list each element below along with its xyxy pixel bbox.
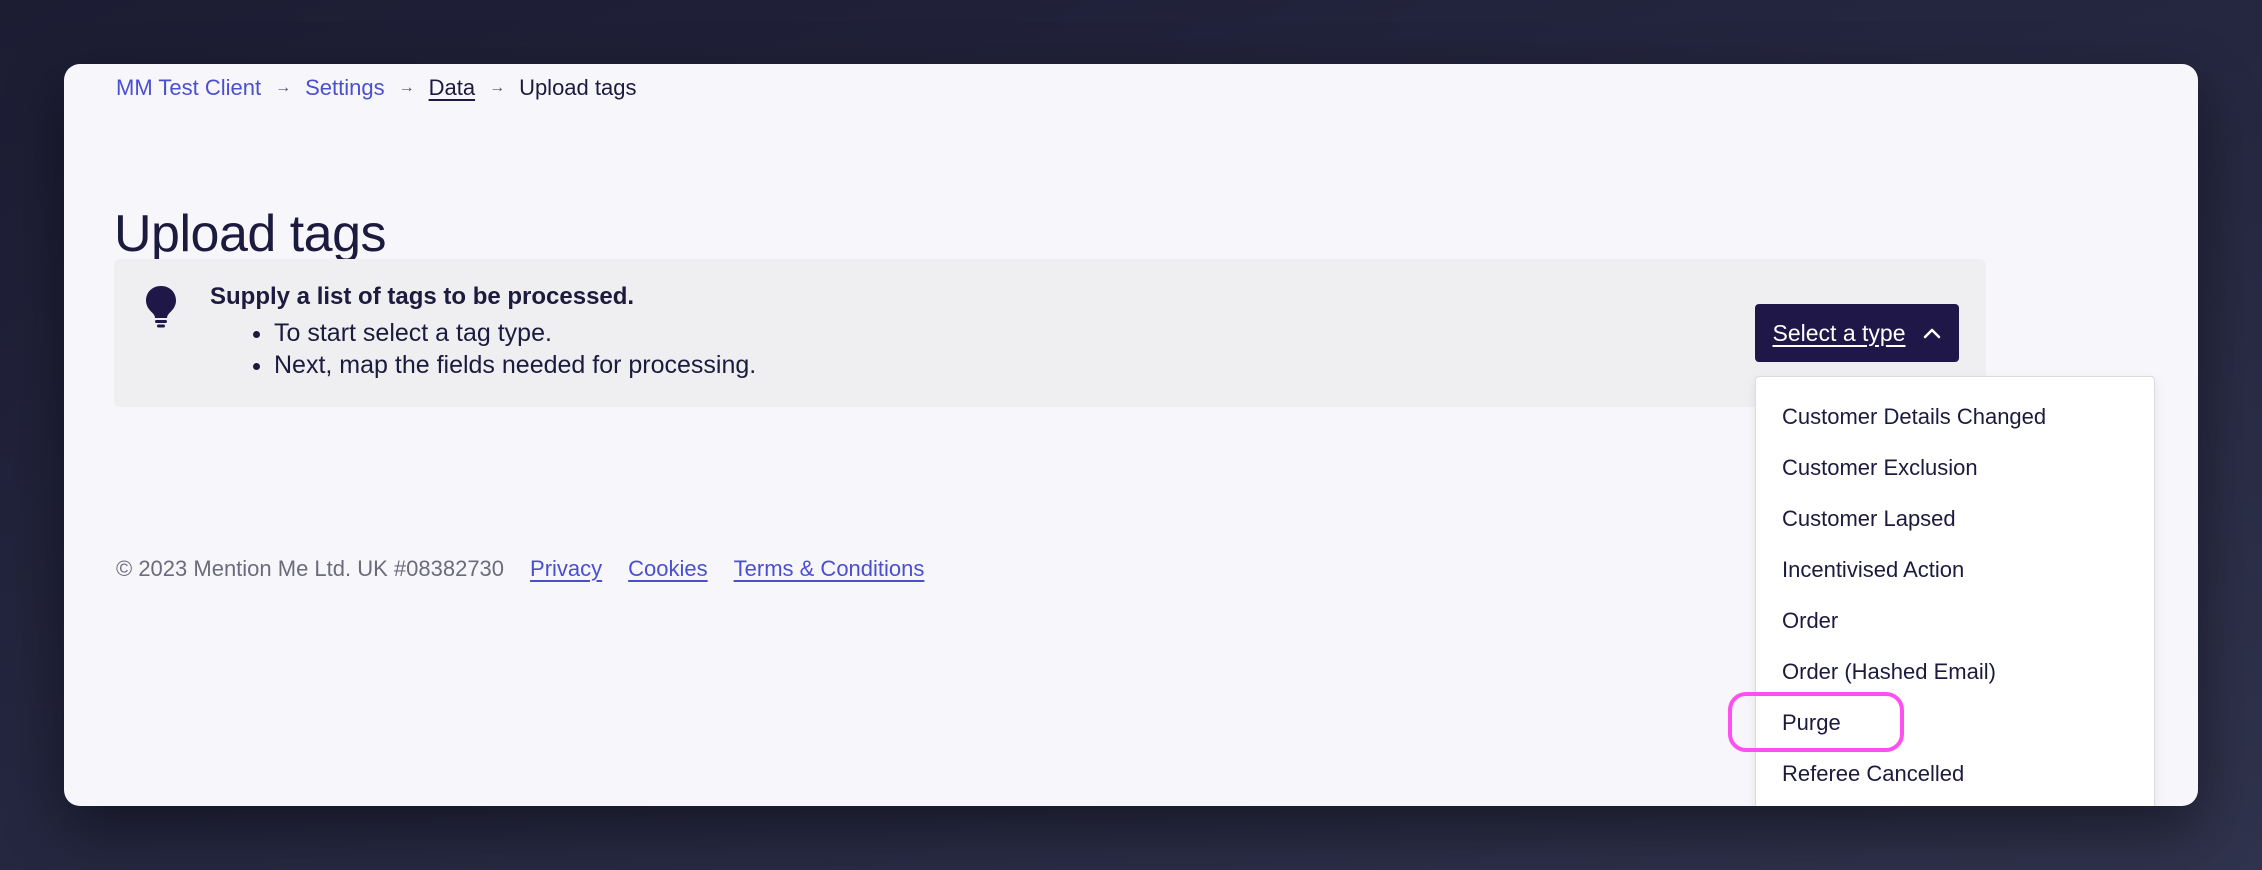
type-dropdown-menu: Customer Details Changed Customer Exclus… [1755, 376, 2155, 806]
breadcrumb: MM Test Client → Settings → Data → Uploa… [116, 68, 636, 108]
select-type-label: Select a type [1772, 319, 1906, 346]
terms-link[interactable]: Terms & Conditions [734, 556, 925, 582]
page-title: Upload tags [114, 205, 387, 263]
option-customer-lapsed[interactable]: Customer Lapsed [1756, 493, 2154, 544]
option-order-hashed-email[interactable]: Order (Hashed Email) [1756, 646, 2154, 697]
breadcrumb-data-link[interactable]: Data [429, 75, 475, 101]
option-customer-exclusion[interactable]: Customer Exclusion [1756, 442, 2154, 493]
copyright-text: © 2023 Mention Me Ltd. UK #08382730 [116, 556, 505, 581]
info-bullet: To start select a tag type. [274, 317, 756, 349]
breadcrumb-client-link[interactable]: MM Test Client [116, 75, 261, 101]
app-window: MM Test Client → Settings → Data → Uploa… [64, 64, 2198, 806]
lightbulb-icon [146, 286, 176, 328]
info-bullet: Next, map the fields needed for processi… [274, 349, 756, 381]
breadcrumb-current: Upload tags [519, 75, 637, 100]
breadcrumb-arrow-icon: → [489, 79, 506, 96]
chevron-up-icon [1924, 328, 1941, 339]
info-panel: Supply a list of tags to be processed. T… [114, 259, 1986, 407]
footer: © 2023 Mention Me Ltd. UK #08382730 Priv… [116, 556, 950, 582]
option-order[interactable]: Order [1756, 595, 2154, 646]
type-options-list: Customer Details Changed Customer Exclus… [1756, 377, 2154, 799]
info-text: Supply a list of tags to be processed. T… [210, 283, 756, 381]
info-heading: Supply a list of tags to be processed. [210, 283, 635, 310]
option-purge[interactable]: Purge [1756, 697, 2154, 748]
option-incentivised-action[interactable]: Incentivised Action [1756, 544, 2154, 595]
breadcrumb-arrow-icon: → [398, 79, 415, 96]
option-referee-cancelled[interactable]: Referee Cancelled [1756, 748, 2154, 799]
cookies-link[interactable]: Cookies [628, 556, 707, 582]
privacy-link[interactable]: Privacy [530, 556, 602, 582]
option-customer-details-changed[interactable]: Customer Details Changed [1756, 391, 2154, 442]
select-type-button[interactable]: Select a type [1755, 304, 1959, 362]
breadcrumb-arrow-icon: → [275, 79, 292, 96]
breadcrumb-settings-link[interactable]: Settings [305, 75, 385, 101]
info-list: To start select a tag type. Next, map th… [210, 317, 756, 381]
